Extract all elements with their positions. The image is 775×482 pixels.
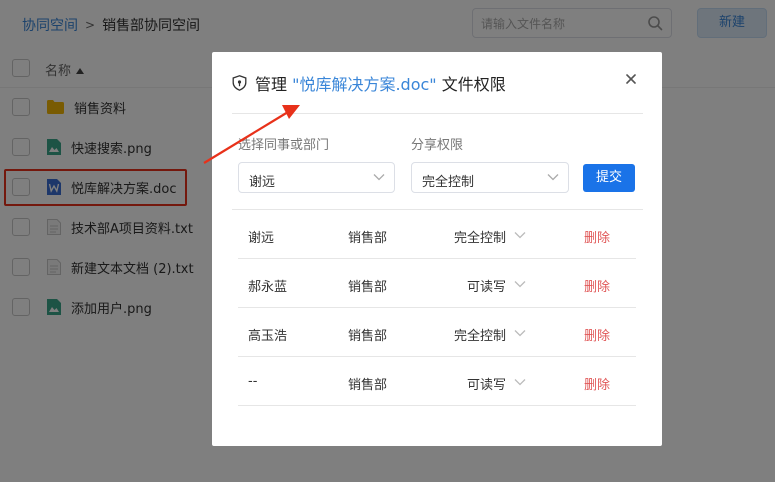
dialog-header: 管理 "悦库解决方案.doc" 文件权限 (232, 72, 506, 94)
chevron-down-icon[interactable] (514, 280, 526, 288)
colleague-select-value: 谢远 (249, 175, 276, 190)
permission-user: 郝永蓝 (248, 280, 288, 295)
colleague-select[interactable]: 谢远 (238, 162, 395, 193)
chevron-down-icon (373, 174, 385, 181)
chevron-down-icon (547, 174, 559, 181)
permission-row: 高玉浩 销售部 完全控制 删除 (238, 308, 636, 357)
dialog-divider (232, 113, 643, 114)
chevron-down-icon[interactable] (514, 378, 526, 386)
chevron-down-icon[interactable] (514, 231, 526, 239)
permission-level-select[interactable]: 完全控制 (454, 227, 506, 246)
submit-button[interactable]: 提交 (583, 164, 635, 192)
permission-row: 谢远 销售部 完全控制 删除 (238, 210, 636, 259)
dialog-title-filename: "悦库解决方案.doc" (292, 75, 437, 94)
permission-row: 郝永蓝 销售部 可读写 删除 (238, 259, 636, 308)
permission-user: 谢远 (248, 231, 275, 246)
permission-dept: 销售部 (348, 329, 388, 344)
permission-level-select[interactable]: 完全控制 (454, 325, 506, 344)
dialog-title: 管理 "悦库解决方案.doc" 文件权限 (255, 71, 506, 95)
permission-dept: 销售部 (348, 231, 388, 246)
colleague-label: 选择同事或部门 (238, 138, 330, 153)
permission-select-value: 完全控制 (422, 175, 475, 190)
chevron-down-icon[interactable] (514, 329, 526, 337)
delete-link[interactable]: 删除 (584, 374, 610, 393)
file-permission-dialog: 管理 "悦库解决方案.doc" 文件权限 选择同事或部门 分享权限 谢远 完全控… (212, 52, 662, 446)
permission-level-select[interactable]: 可读写 (467, 374, 506, 393)
dialog-title-suffix: 文件权限 (436, 75, 506, 94)
permission-select[interactable]: 完全控制 (411, 162, 569, 193)
close-icon[interactable] (624, 72, 638, 86)
permission-dept: 销售部 (348, 280, 388, 295)
dialog-title-prefix: 管理 (255, 75, 293, 94)
permission-level-select[interactable]: 可读写 (467, 276, 506, 295)
permission-dept: 销售部 (348, 378, 388, 393)
permission-user: 高玉浩 (248, 329, 288, 344)
permission-row: -- 销售部 可读写 删除 (238, 357, 636, 406)
delete-link[interactable]: 删除 (584, 276, 610, 295)
permission-label: 分享权限 (411, 138, 464, 153)
delete-link[interactable]: 删除 (584, 227, 610, 246)
shield-lock-icon (232, 75, 247, 91)
delete-link[interactable]: 删除 (584, 325, 610, 344)
permission-user: -- (248, 374, 258, 389)
